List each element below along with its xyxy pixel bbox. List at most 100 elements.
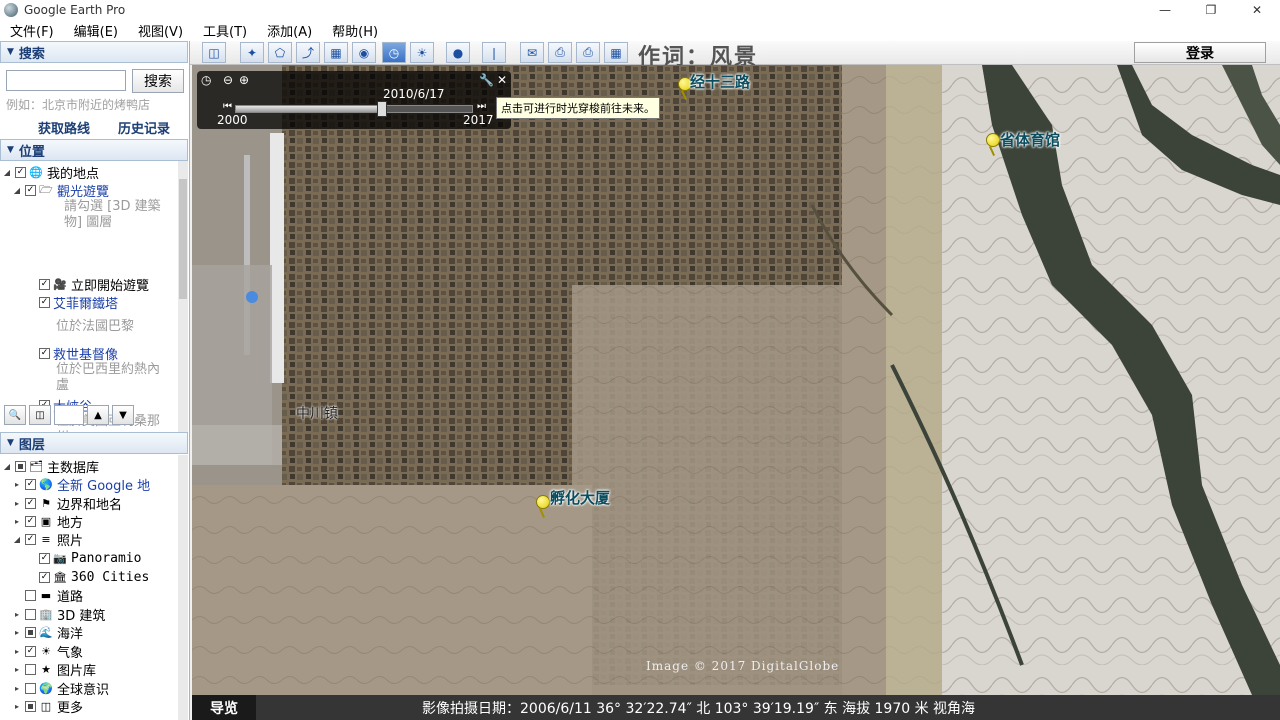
menu-help[interactable]: 帮助(H) (322, 21, 388, 40)
checkbox[interactable] (25, 608, 36, 620)
search-input[interactable] (6, 70, 126, 91)
checkbox[interactable] (25, 626, 36, 638)
menu-add[interactable]: 添加(A) (257, 21, 322, 40)
layer-360-cities[interactable]: ✓ 🏛 360 Cities (36, 568, 149, 586)
layer-places[interactable]: ▸ ✓ ▣ 地方 (12, 512, 83, 531)
blank-field[interactable] (54, 405, 84, 425)
historical-imagery-icon[interactable]: ◷ (382, 42, 406, 63)
menu-file[interactable]: 文件(F) (0, 21, 64, 40)
search-places-icon[interactable]: 🔍 (4, 405, 26, 425)
restore-button[interactable]: ❐ (1188, 0, 1234, 20)
checkbox[interactable]: ✓ (25, 515, 36, 527)
checkbox[interactable]: ✓ (39, 571, 50, 583)
navigation-button[interactable]: 导览 (192, 695, 256, 720)
layer-roads[interactable]: ▬ 道路 (22, 586, 83, 605)
add-overlay-icon[interactable]: ▦ (324, 42, 348, 63)
layer-gallery[interactable]: ▸ ★ 图片库 (12, 660, 96, 679)
layer-more[interactable]: ▸ ◫ 更多 (12, 697, 83, 716)
expand-arrow-icon[interactable]: ▸ (12, 610, 22, 619)
checkbox[interactable]: ✓ (39, 278, 50, 290)
scrollbar-thumb[interactable] (179, 179, 187, 299)
step-back-icon[interactable]: ⏮ (223, 101, 232, 112)
checkbox[interactable] (25, 589, 36, 601)
close-window-button[interactable]: ✕ (1234, 0, 1280, 20)
email-icon[interactable]: ✉ (520, 42, 544, 63)
tree-item-my-places[interactable]: ◢ ✓ 🌐 我的地点 (2, 163, 99, 182)
checkbox[interactable] (25, 663, 36, 675)
placemark-label[interactable]: 孵化大厦 (550, 487, 610, 508)
google-maps-icon[interactable]: ▦ (604, 42, 628, 63)
tree-item-start-tour[interactable]: ✓ 🎥 立即開始遊覽 (36, 275, 149, 294)
zoom-in-icon[interactable]: ⊕ (239, 73, 249, 87)
layers-scrollbar[interactable] (178, 455, 188, 720)
pushpin-icon[interactable] (986, 133, 1000, 147)
time-slider-track[interactable] (235, 101, 473, 117)
layer-new-google[interactable]: ▸ ✓ 🌎 全新 Google 地 (12, 475, 150, 494)
places-section-header[interactable]: ▼ 位置 (0, 139, 188, 161)
checkbox[interactable]: ✓ (25, 645, 36, 657)
map-view[interactable]: N 经十三路 省体育馆 中川镇 孵化大厦 Image © 2017 Digita… (192, 65, 1280, 695)
time-slider-thumb[interactable] (377, 101, 388, 117)
layer-photos[interactable]: ◢ ✓ ≡ 照片 (12, 530, 83, 549)
planets-icon[interactable]: ● (446, 42, 470, 63)
history-link[interactable]: 历史记录 (118, 118, 170, 137)
checkbox[interactable] (15, 460, 26, 472)
layer-global-awareness[interactable]: ▸ 🌍 全球意识 (12, 679, 109, 698)
checkbox[interactable] (25, 700, 36, 712)
clock-icon[interactable]: ◷ (201, 73, 211, 87)
expand-arrow-icon[interactable]: ▸ (12, 684, 22, 693)
checkbox[interactable] (25, 682, 36, 694)
menu-edit[interactable]: 编辑(E) (64, 21, 128, 40)
placemark-label[interactable]: 省体育馆 (1000, 129, 1060, 150)
layers-section-header[interactable]: ▼ 图层 (0, 432, 188, 454)
ruler-icon[interactable]: ❘ (482, 42, 506, 63)
expand-arrow-icon[interactable]: ◢ (12, 186, 22, 195)
add-path-icon[interactable]: ⤴ (296, 42, 320, 63)
wrench-icon[interactable]: 🔧 (479, 73, 494, 87)
add-polygon-icon[interactable]: ⬠ (268, 42, 292, 63)
checkbox[interactable]: ✓ (39, 347, 50, 359)
pushpin-icon[interactable] (536, 495, 550, 509)
close-icon[interactable]: ✕ (497, 73, 507, 87)
layer-weather[interactable]: ▸ ✓ ☀ 气象 (12, 642, 83, 661)
checkbox[interactable]: ✓ (25, 478, 36, 490)
layer-borders[interactable]: ▸ ✓ ⚑ 边界和地名 (12, 494, 122, 513)
expand-arrow-icon[interactable]: ▸ (12, 702, 22, 711)
checkbox[interactable]: ✓ (25, 497, 36, 509)
search-button[interactable]: 搜索 (132, 69, 184, 93)
print-icon[interactable]: ⎙ (548, 42, 572, 63)
move-up-icon[interactable]: ▲ (87, 405, 109, 425)
menu-view[interactable]: 视图(V) (128, 21, 193, 40)
login-button[interactable]: 登录 (1134, 42, 1266, 63)
record-tour-icon[interactable]: ◉ (352, 42, 376, 63)
add-placemark-icon[interactable]: ✦ (240, 42, 264, 63)
checkbox[interactable]: ✓ (25, 533, 36, 545)
layer-ocean[interactable]: ▸ 🌊 海洋 (12, 623, 83, 642)
expand-arrow-icon[interactable]: ▸ (12, 665, 22, 674)
checkbox[interactable]: ✓ (39, 296, 50, 308)
get-directions-link[interactable]: 获取路线 (38, 118, 90, 137)
menu-tools[interactable]: 工具(T) (193, 21, 257, 40)
sidebar-toggle-icon[interactable]: ◫ (202, 42, 226, 63)
layer-primary-database[interactable]: ◢ 🗂 主数据库 (2, 457, 99, 476)
sunlight-icon[interactable]: ☀ (410, 42, 434, 63)
checkbox[interactable]: ✓ (25, 184, 36, 196)
places-scrollbar[interactable] (178, 161, 188, 443)
expand-arrow-icon[interactable]: ◢ (2, 168, 12, 177)
search-section-header[interactable]: ▼ 搜索 (0, 41, 188, 63)
layer-panoramio[interactable]: ✓ 📷 Panoramio (36, 549, 141, 567)
minimize-button[interactable]: — (1142, 0, 1188, 20)
zoom-out-icon[interactable]: ⊖ (223, 73, 233, 87)
expand-arrow-icon[interactable]: ▸ (12, 517, 22, 526)
expand-arrow-icon[interactable]: ◢ (12, 535, 22, 544)
expand-arrow-icon[interactable]: ▸ (12, 628, 22, 637)
expand-arrow-icon[interactable]: ▸ (12, 499, 22, 508)
checkbox[interactable]: ✓ (15, 166, 26, 178)
tree-item-sightseeing[interactable]: ◢ ✓ 🗁 觀光遊覽 (12, 181, 109, 200)
expand-arrow-icon[interactable]: ▸ (12, 480, 22, 489)
tree-item-christ[interactable]: ✓ 救世基督像 (36, 344, 118, 363)
step-forward-icon[interactable]: ⏭ (477, 101, 486, 112)
checkbox[interactable]: ✓ (39, 552, 50, 564)
panel-toggle-icon[interactable]: ◫ (29, 405, 51, 425)
expand-arrow-icon[interactable]: ◢ (2, 462, 12, 471)
